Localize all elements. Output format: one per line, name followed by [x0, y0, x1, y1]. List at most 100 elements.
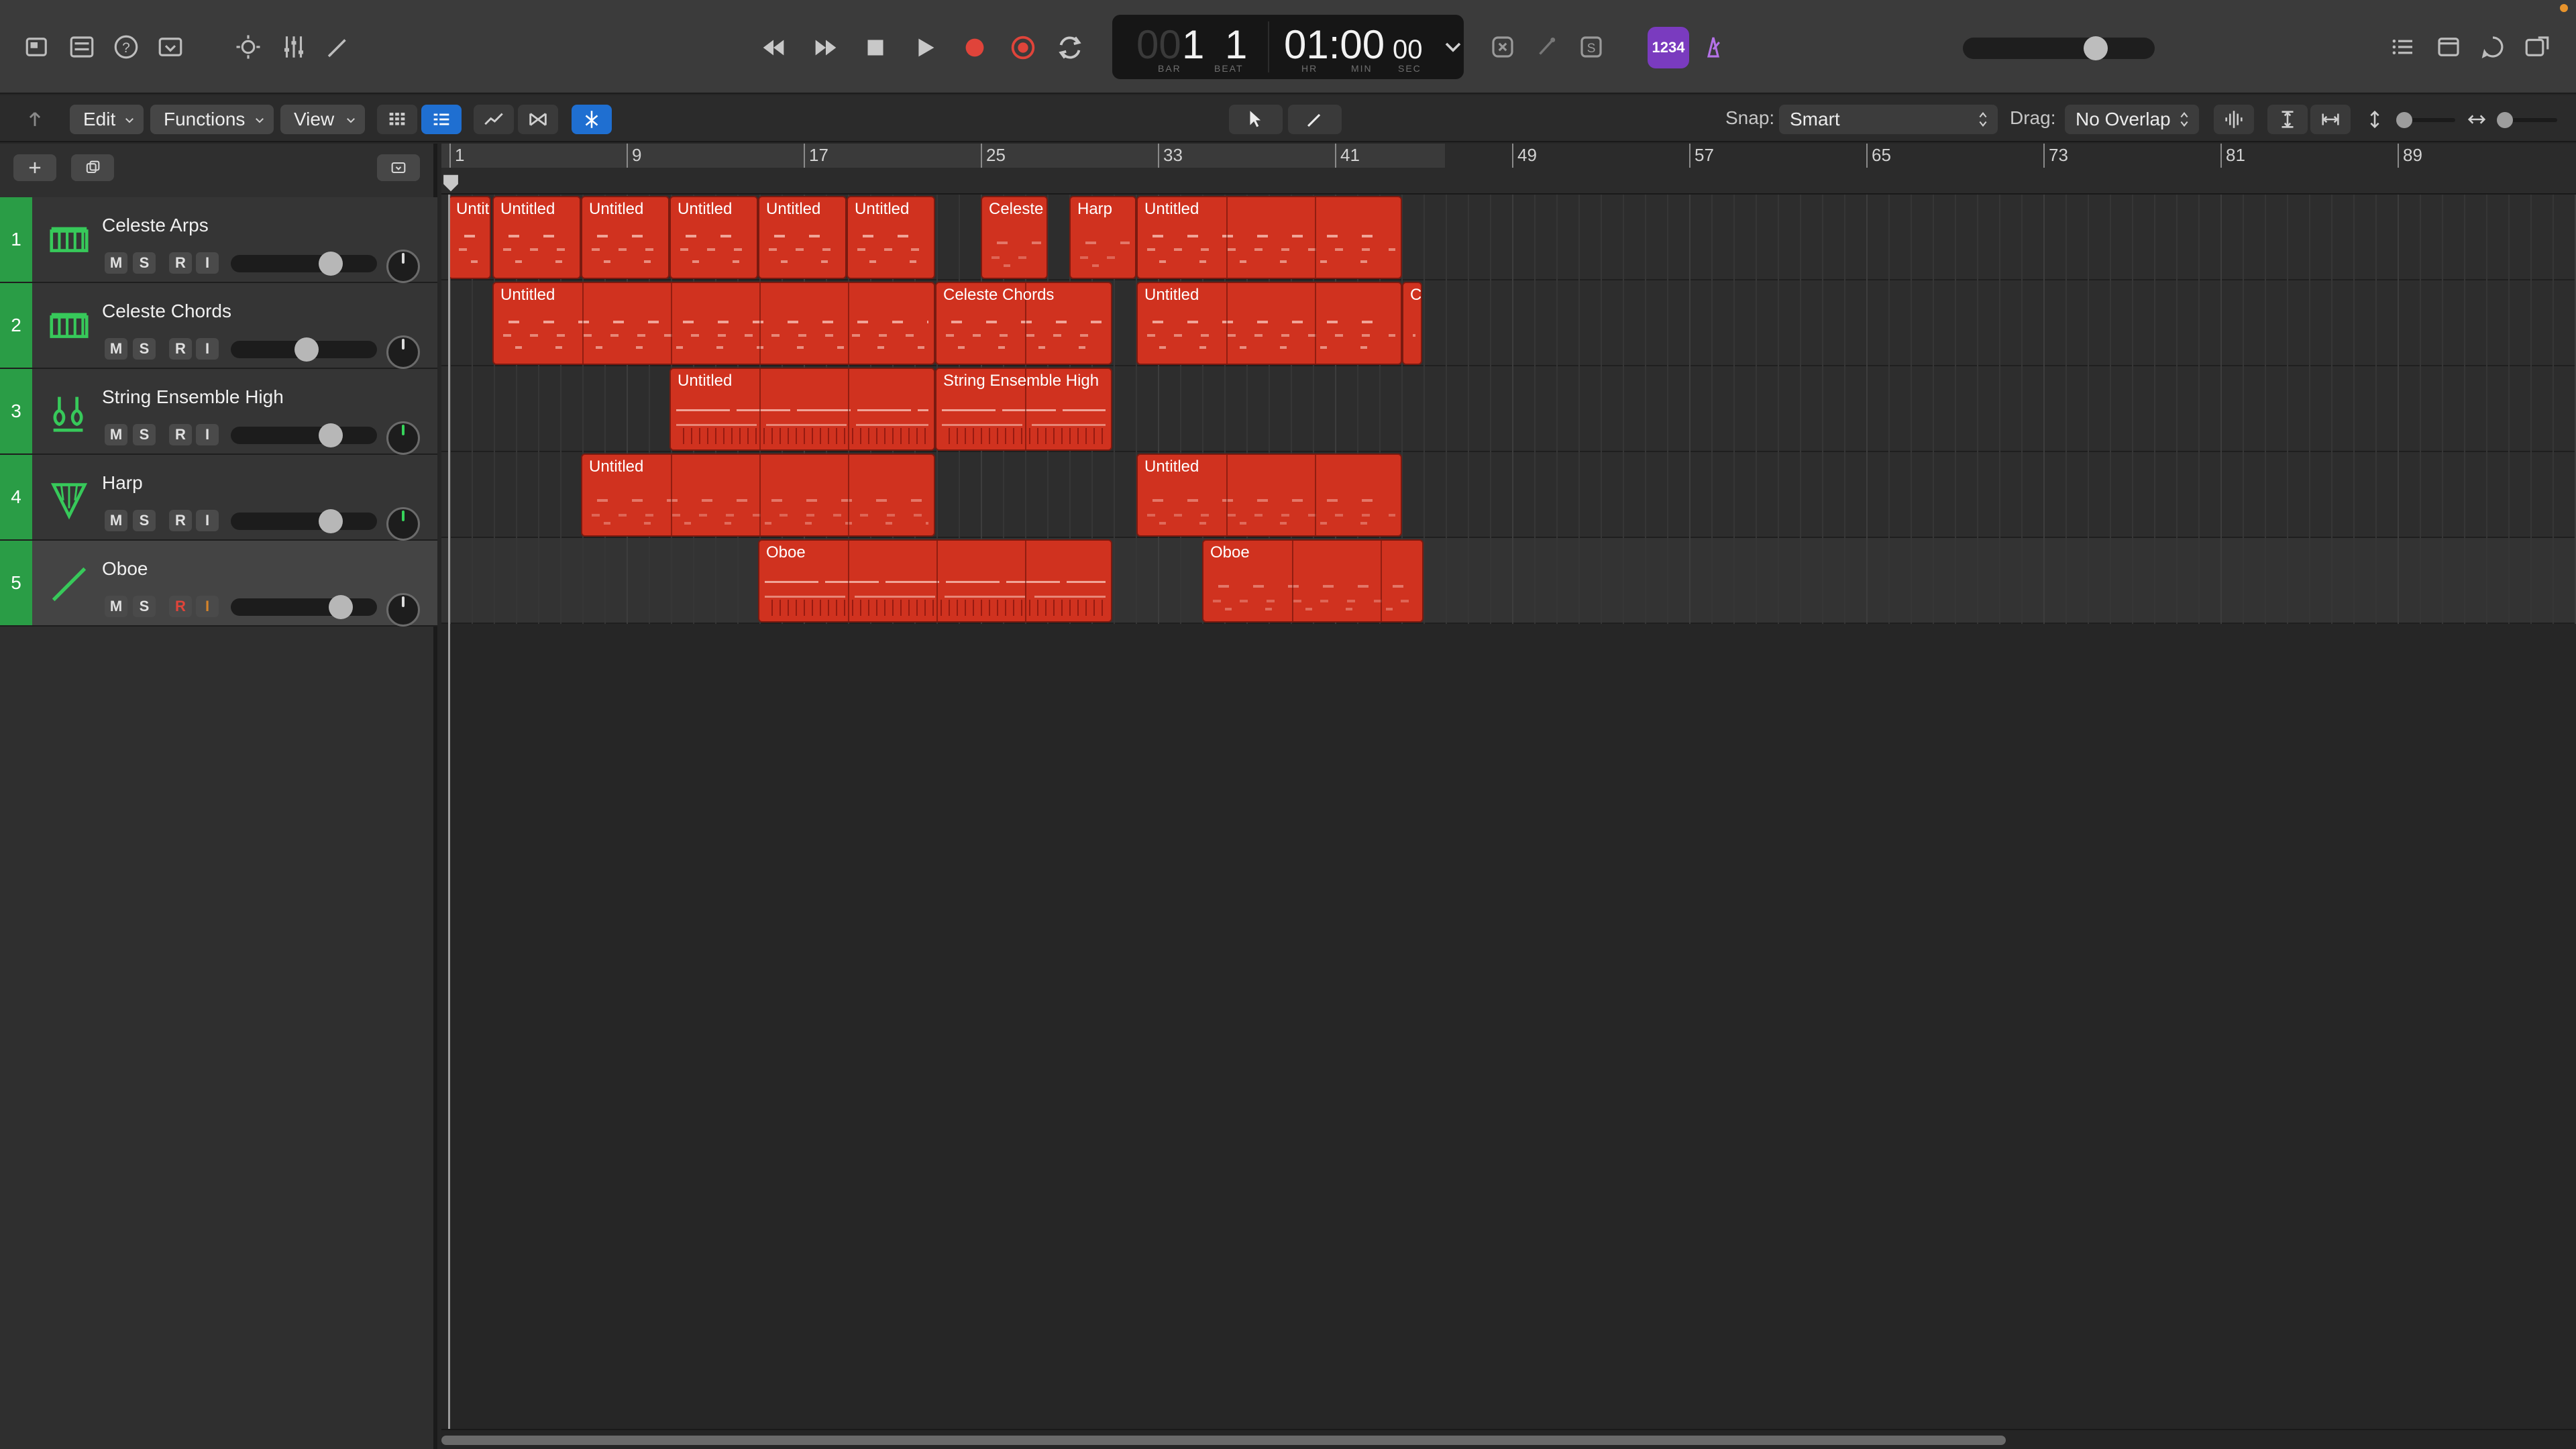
record-enable-button[interactable]: R: [169, 338, 192, 360]
catch-playhead-icon[interactable]: [572, 105, 612, 134]
midi-region[interactable]: Oboe: [758, 539, 1112, 623]
harp-icon[interactable]: [46, 475, 93, 522]
playhead-icon[interactable]: [441, 173, 460, 193]
track-number[interactable]: 4: [0, 455, 32, 539]
mixer-icon[interactable]: [274, 27, 314, 67]
midi-region[interactable]: Untitled: [847, 196, 935, 279]
toolbar-toggle-icon[interactable]: [150, 27, 191, 67]
browser-icon[interactable]: [2517, 27, 2557, 67]
grid-view-icon[interactable]: [377, 105, 417, 134]
keyboard-icon[interactable]: [46, 217, 93, 264]
pan-knob[interactable]: [386, 335, 420, 369]
mute-button[interactable]: M: [105, 424, 127, 445]
volume-slider[interactable]: [231, 595, 377, 619]
bar-ruler[interactable]: 1 9 17 25 33 41 49 57 65 73 81 89: [441, 144, 2576, 195]
midi-region[interactable]: Untitled: [758, 196, 847, 279]
editors-pencil-icon[interactable]: [318, 27, 358, 67]
mode-x-icon[interactable]: [1483, 27, 1523, 67]
pan-knob[interactable]: [386, 250, 420, 283]
pan-knob[interactable]: [386, 507, 420, 541]
view-menu[interactable]: View: [280, 105, 365, 134]
midi-region[interactable]: C: [1402, 282, 1422, 365]
metronome-icon[interactable]: [1693, 27, 1733, 67]
track-name[interactable]: Celeste Chords: [102, 301, 231, 322]
solo-button[interactable]: S: [133, 338, 156, 360]
notepad-icon[interactable]: [2428, 27, 2469, 67]
replace-record-button[interactable]: [1002, 27, 1044, 68]
solo-button[interactable]: S: [133, 596, 156, 617]
horizontal-zoom-knob[interactable]: [2497, 112, 2513, 128]
track-name[interactable]: Harp: [102, 472, 143, 494]
volume-knob[interactable]: [294, 337, 319, 362]
oboe-icon[interactable]: [46, 561, 93, 608]
snap-select[interactable]: Smart: [1779, 105, 1998, 134]
horizontal-fit-icon[interactable]: [2310, 105, 2351, 134]
track-number[interactable]: 3: [0, 369, 32, 453]
volume-knob[interactable]: [319, 423, 343, 447]
tracks-view-icon[interactable]: [421, 105, 462, 134]
cycle-area[interactable]: [441, 144, 1445, 168]
mute-button[interactable]: M: [105, 338, 127, 360]
pan-knob[interactable]: [386, 593, 420, 627]
keyboard-icon[interactable]: [46, 303, 93, 350]
mute-button[interactable]: M: [105, 596, 127, 617]
smart-controls-icon[interactable]: [228, 27, 268, 67]
volume-knob[interactable]: [319, 252, 343, 276]
input-monitor-button[interactable]: I: [196, 338, 219, 360]
master-volume-knob[interactable]: [2084, 36, 2108, 60]
tuner-icon[interactable]: [1527, 27, 1567, 67]
rewind-button[interactable]: [753, 27, 794, 68]
midi-region[interactable]: Celeste: [981, 196, 1048, 279]
record-enable-button[interactable]: R: [169, 252, 192, 274]
midi-region[interactable]: Untitled: [1136, 196, 1402, 279]
midi-region[interactable]: Celeste Chords: [935, 282, 1112, 365]
add-track-button[interactable]: [13, 154, 56, 181]
global-tracks-button[interactable]: [377, 154, 420, 181]
solo-button[interactable]: S: [133, 424, 156, 445]
midi-region[interactable]: Untitled: [581, 196, 669, 279]
midi-region[interactable]: Untitled: [1136, 453, 1402, 537]
track-header[interactable]: 4 Harp M S R I: [0, 455, 437, 541]
volume-knob[interactable]: [319, 509, 343, 533]
mute-button[interactable]: M: [105, 252, 127, 274]
chevron-down-icon[interactable]: [1440, 34, 1466, 60]
record-enable-button[interactable]: R: [169, 510, 192, 531]
automation-icon[interactable]: [474, 105, 514, 134]
midi-region[interactable]: String Ensemble High: [935, 368, 1112, 451]
track-header[interactable]: 2 Celeste Chords M S R I: [0, 283, 437, 369]
master-volume-slider[interactable]: [1963, 36, 2155, 60]
midi-region[interactable]: Untitled: [1136, 282, 1402, 365]
input-monitor-button[interactable]: I: [196, 424, 219, 445]
volume-slider[interactable]: [231, 252, 377, 276]
duplicate-track-button[interactable]: [71, 154, 114, 181]
pointer-tool-menu[interactable]: [1229, 105, 1283, 134]
midi-region[interactable]: Untitled: [492, 196, 581, 279]
lcd-display[interactable]: 00 1 1 BAR BEAT 01:00 00 HR MIN SEC: [1112, 15, 1464, 79]
track-name[interactable]: Oboe: [102, 558, 148, 580]
input-monitor-button[interactable]: I: [196, 596, 219, 617]
count-in-badge[interactable]: 1234: [1648, 27, 1689, 68]
tracks-area[interactable]: Untit Untitled Untitled Untitled Untitled Unt…: [441, 195, 2576, 1429]
fast-forward-button[interactable]: [805, 27, 847, 68]
stop-button[interactable]: [855, 27, 896, 68]
back-arrow-icon[interactable]: [15, 105, 55, 134]
midi-region[interactable]: Untitled: [581, 453, 935, 537]
record-button[interactable]: [954, 27, 996, 68]
functions-menu[interactable]: Functions: [150, 105, 274, 134]
waveform-zoom-icon[interactable]: [2214, 105, 2254, 134]
track-name[interactable]: Celeste Arps: [102, 215, 209, 236]
quick-help-icon[interactable]: ?: [106, 27, 146, 67]
input-monitor-button[interactable]: I: [196, 252, 219, 274]
midi-region[interactable]: Untitled: [669, 196, 758, 279]
record-enable-button[interactable]: R: [169, 596, 192, 617]
horizontal-scrollbar-thumb[interactable]: [441, 1436, 2006, 1445]
midi-region[interactable]: Oboe: [1202, 539, 1424, 623]
track-header[interactable]: 1 Celeste Arps M S R I: [0, 197, 437, 283]
track-header[interactable]: 5 Oboe M S R I: [0, 541, 437, 627]
record-enable-button[interactable]: R: [169, 424, 192, 445]
list-editors-icon[interactable]: [2383, 27, 2423, 67]
cycle-button[interactable]: [1049, 27, 1091, 68]
vertical-fit-icon[interactable]: [2267, 105, 2308, 134]
pencil-tool-menu[interactable]: [1288, 105, 1342, 134]
mute-button[interactable]: M: [105, 510, 127, 531]
